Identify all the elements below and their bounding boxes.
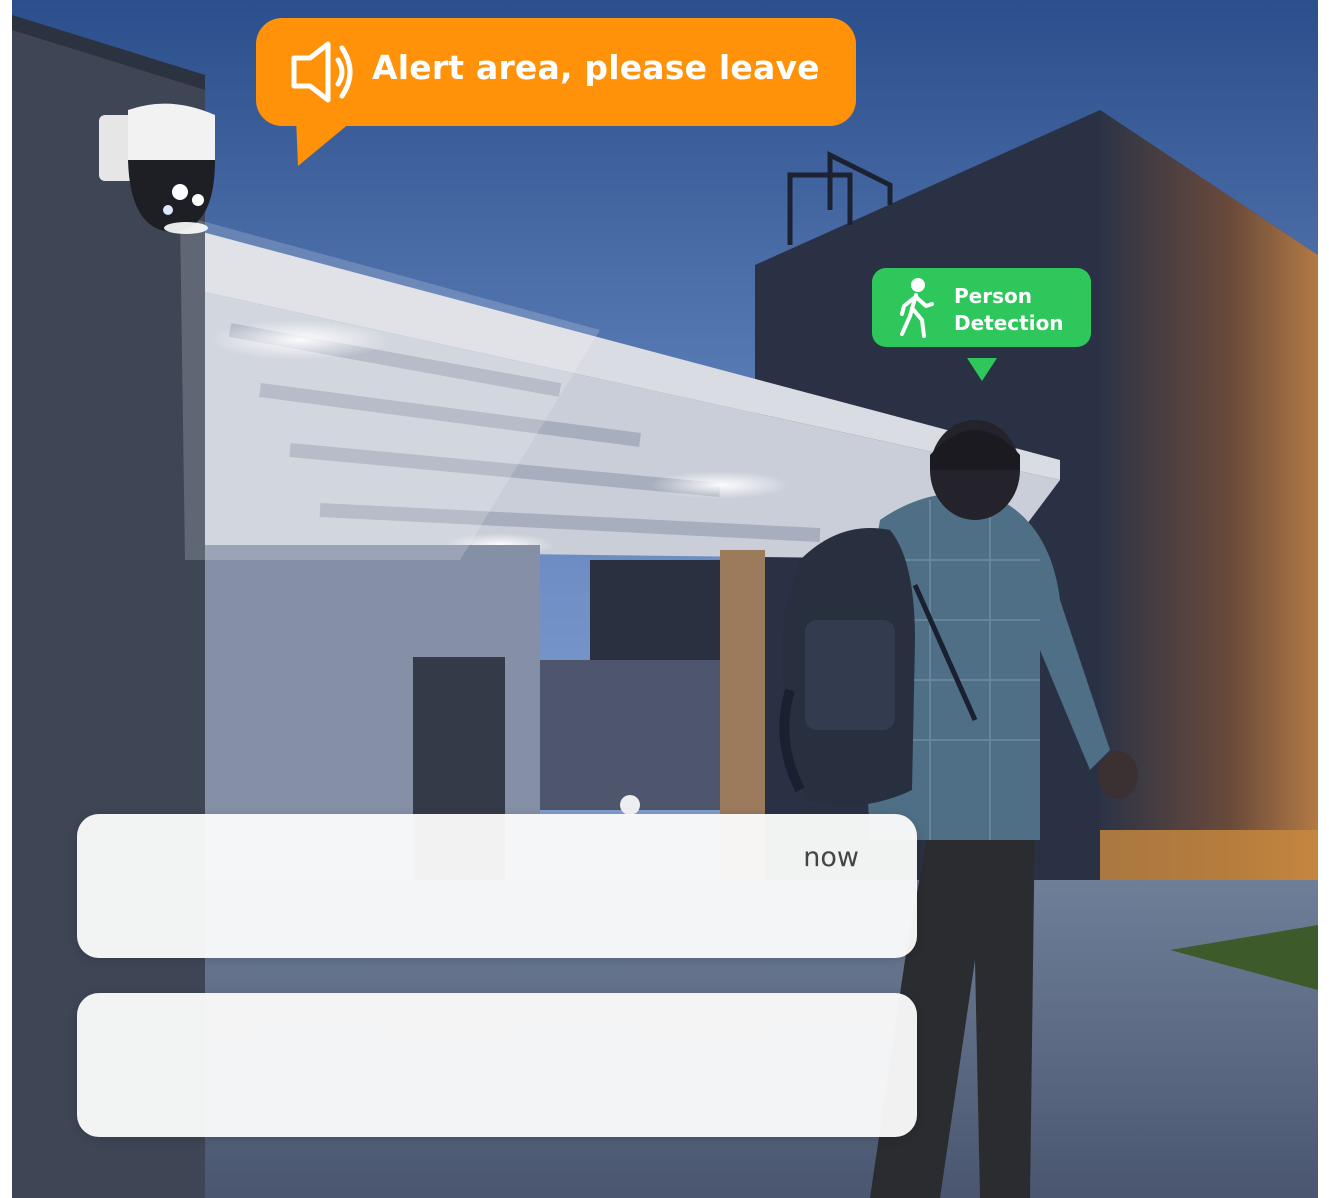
detection-line-1: Person: [954, 284, 1032, 308]
person-detection-label: Person Detection: [954, 283, 1064, 337]
alert-bubble: [256, 18, 856, 166]
detection-line-2: Detection: [954, 311, 1064, 335]
notification-card[interactable]: [77, 993, 917, 1137]
camera-scene: Alert area, please leave Person Detectio…: [0, 0, 1329, 1198]
alert-message: Alert area, please leave: [372, 48, 820, 87]
notification-time: now: [803, 842, 859, 873]
notification-card[interactable]: now: [77, 814, 917, 958]
